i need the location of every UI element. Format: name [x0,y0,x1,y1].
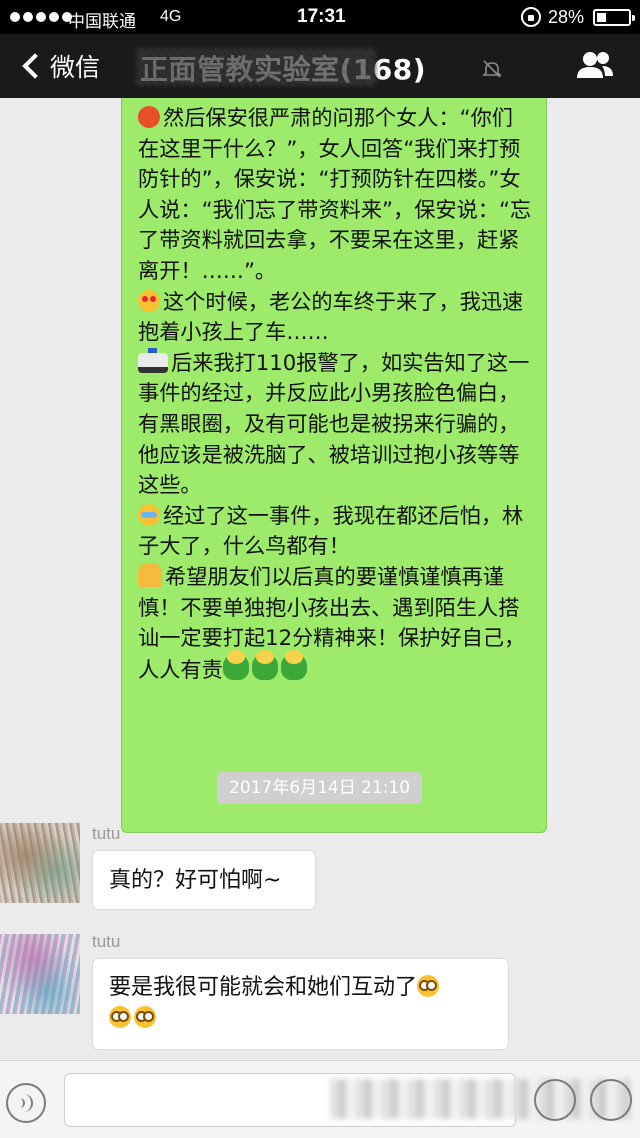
group-info-button[interactable] [574,48,616,84]
incoming-message-bubble[interactable]: 要是我很可能就会和她们互动了 [92,958,509,1050]
outgoing-message-bubble[interactable]: 然后保安很严肃的问那个女人：“你们在这里干什么？”，女人回答“我们来打预防针的”… [121,98,547,833]
emoji-button[interactable] [534,1079,576,1121]
message-text: 要是我很可能就会和她们互动了 [109,975,418,1000]
message-paragraph: 这个时候，老公的车终于来了，我迅速抱着小孩上了车…… [138,288,524,345]
carrier-name: 中国联通 [68,12,136,32]
frog-emoji-icon [280,649,307,680]
message-paragraph: 然后保安很严肃的问那个女人：“你们在这里干什么？”，女人回答“我们来打预防针的”… [138,105,532,283]
mute-icon [482,60,502,78]
frog-emoji-icon [251,649,278,680]
chat-area[interactable]: 然后保安很严肃的问那个女人：“你们在这里干什么？”，女人回答“我们来打预防针的”… [0,98,640,1060]
message-paragraph: 后来我打110报警了，如实告知了这一事件的经过，并反应此小男孩脸色偏白，有黑眼圈… [138,347,530,498]
heart-eyes-icon [138,289,160,312]
crying-face-icon [138,503,160,526]
timestamp-divider: 2017年6月14日 21:10 [217,772,423,804]
angry-face-icon [138,106,160,128]
rotation-lock-icon [521,7,541,27]
title-mosaic [136,48,376,86]
eye-roll-emoji-icon [109,1006,131,1028]
input-bar [0,1060,640,1138]
avatar[interactable] [0,934,80,1014]
battery-percent: 28% [548,7,585,27]
incoming-message-bubble[interactable]: 真的？好可怕啊~ [92,850,316,910]
sender-name: tutu [92,824,121,843]
battery-icon [593,9,635,26]
more-button[interactable] [590,1079,632,1121]
praying-hands-icon [138,562,162,587]
nav-bar: 微信 正面管教实验室(168) [0,34,640,98]
signal-strength-icon [10,12,72,22]
back-label: 微信 [50,53,101,82]
voice-input-button[interactable] [6,1083,46,1123]
sender-name: tutu [92,932,121,951]
status-bar: 中国联通 4G 17:31 28% [0,0,640,34]
message-text: 真的？好可怕啊~ [109,868,282,893]
network-type: 4G [160,8,182,25]
back-button[interactable]: 微信 [18,44,100,88]
eye-roll-emoji-icon [417,975,440,997]
frog-emoji-icon [222,649,249,680]
chevron-left-icon [22,53,48,79]
mosaic-watermark [330,1079,630,1119]
avatar[interactable] [0,823,80,903]
message-paragraph: 经过了这一事件，我现在都还后怕，林子大了，什么鸟都有！ [138,502,524,559]
clock: 17:31 [297,6,346,27]
police-car-icon [138,347,168,373]
eye-roll-emoji-icon [134,1006,156,1028]
message-paragraph: 希望朋友们以后真的要谨慎谨慎再谨慎！不要单独抱小孩出去、遇到陌生人搭讪一定要打起… [138,562,526,682]
